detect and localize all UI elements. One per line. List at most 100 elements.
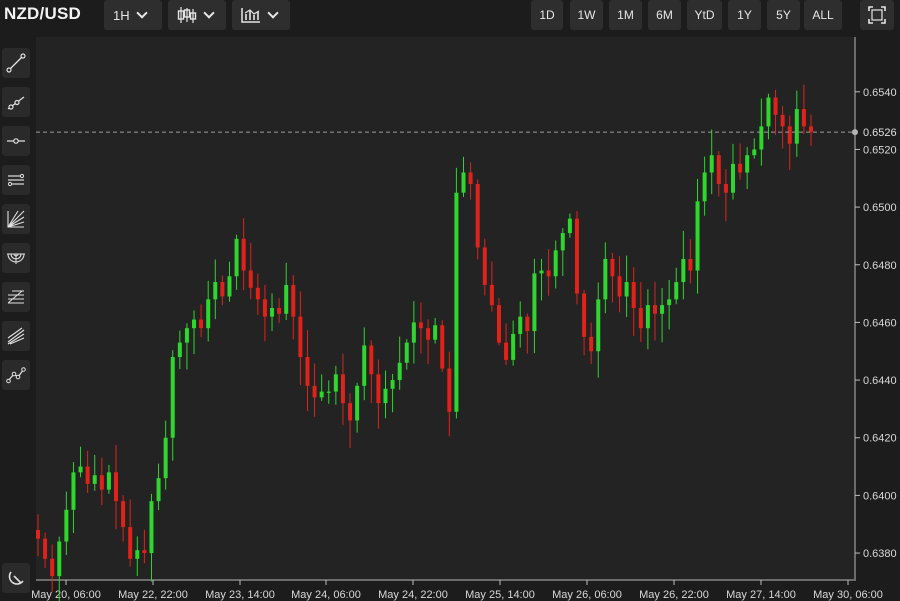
candle-down: [482, 247, 487, 285]
last-price-marker: [852, 129, 858, 136]
candle-up: [234, 238, 239, 277]
candle-down: [418, 322, 423, 329]
candle-down: [114, 472, 119, 502]
candle-up: [433, 325, 438, 340]
candle-down: [546, 270, 551, 277]
candle-up: [397, 362, 402, 381]
candle-up: [752, 149, 757, 156]
candle-up: [411, 322, 416, 343]
candle-up: [695, 201, 700, 271]
candle-up: [326, 391, 331, 393]
candle-up: [135, 550, 140, 559]
price-tick-label: 0.6540: [863, 87, 897, 99]
candle-up: [454, 192, 459, 412]
candle-down: [220, 282, 225, 297]
candle-up: [163, 437, 168, 479]
time-tick-label: May 20, 06:00: [31, 589, 101, 601]
candle-up: [681, 258, 686, 283]
candle-down: [99, 475, 104, 490]
price-tick-label: 0.6520: [863, 144, 897, 156]
candle-down: [43, 538, 48, 559]
candle-up: [624, 282, 629, 297]
candle-down: [631, 282, 636, 308]
candle-up: [362, 345, 367, 386]
candle-down: [447, 368, 452, 412]
candle-up: [674, 282, 679, 300]
candle-down: [440, 325, 445, 369]
candle-down: [652, 305, 657, 314]
candle-down: [298, 316, 303, 358]
candle-up: [567, 218, 572, 234]
candle-down: [582, 293, 587, 337]
candle-down: [255, 287, 260, 300]
candle-up: [92, 475, 97, 484]
candle-up: [596, 299, 601, 352]
candle-up: [170, 357, 175, 438]
candle-down: [312, 385, 317, 398]
candle-down: [489, 284, 494, 306]
candle-up: [560, 233, 565, 251]
price-tick-label: 0.6420: [863, 433, 897, 445]
candle-up: [667, 299, 672, 306]
time-tick-label: May 25, 14:00: [465, 589, 535, 601]
candle-up: [213, 282, 218, 300]
time-tick-label: May 24, 06:00: [291, 589, 361, 601]
last-price-label: 0.6526: [863, 127, 897, 139]
candle-down: [142, 550, 147, 554]
candle-down: [85, 466, 90, 484]
candle-down: [688, 258, 693, 271]
candle-down: [723, 184, 728, 193]
candle-up: [766, 97, 771, 127]
candle-down: [716, 155, 721, 185]
price-tick-label: 0.6460: [863, 317, 897, 329]
candle-up: [71, 472, 76, 510]
candle-down: [617, 276, 622, 297]
candle-up: [745, 155, 750, 173]
candle-up: [511, 333, 516, 360]
candle-up: [206, 299, 211, 329]
candle-down: [369, 345, 374, 375]
price-tick-label: 0.6440: [863, 375, 897, 387]
candle-down: [610, 258, 615, 277]
candle-up: [383, 388, 388, 404]
time-tick-label: May 26, 06:00: [552, 589, 622, 601]
candle-up: [284, 284, 289, 314]
candle-up: [518, 316, 523, 334]
time-tick-label: May 22, 22:00: [118, 589, 188, 601]
time-tick-label: May 26, 22:00: [639, 589, 709, 601]
candle-down: [128, 527, 133, 559]
candle-down: [426, 328, 431, 340]
candle-up: [532, 273, 537, 332]
candle-up: [319, 391, 324, 398]
candle-up: [702, 172, 707, 202]
time-tick-label: May 24, 22:00: [378, 589, 448, 601]
candle-up: [603, 258, 608, 300]
candle-up: [645, 305, 650, 329]
candle-up: [78, 466, 83, 473]
candle-up: [177, 342, 182, 358]
candle-up: [57, 541, 62, 577]
candle-down: [468, 172, 473, 185]
candle-down: [340, 374, 345, 404]
candle-up: [709, 155, 714, 173]
candle-up: [660, 305, 665, 314]
candle-down: [262, 299, 267, 317]
candle-down: [589, 336, 594, 352]
candle-up: [730, 163, 735, 193]
candles: [36, 84, 813, 601]
candle-down: [504, 342, 509, 360]
candle-up: [149, 501, 154, 554]
price-tick-label: 0.6380: [863, 548, 897, 560]
candle-up: [461, 172, 466, 193]
candle-up: [539, 270, 544, 274]
price-chart: 0.6380 0.6400 0.6420 0.6440 0.6460 0.6480 0.65…: [31, 37, 897, 601]
candle-down: [787, 126, 792, 144]
candle-down: [199, 319, 204, 329]
candle-down: [50, 558, 55, 577]
candle-up: [192, 319, 197, 329]
candle-up: [270, 308, 275, 317]
candle-down: [376, 374, 381, 404]
candle-up: [227, 276, 232, 297]
candle-up: [184, 328, 189, 343]
candle-down: [121, 501, 126, 528]
